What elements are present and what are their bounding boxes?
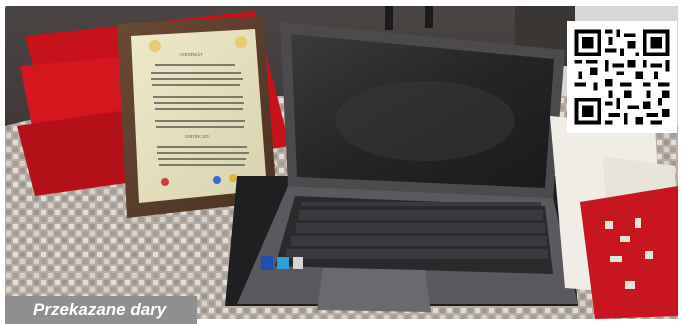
plaque-heading-1: CERTIFIKÁT [179,52,203,57]
qr-code-icon [567,21,677,133]
caption-text: Przekazane dary [33,300,167,319]
plaque-heading-2: CERTIFICATE [185,134,210,139]
